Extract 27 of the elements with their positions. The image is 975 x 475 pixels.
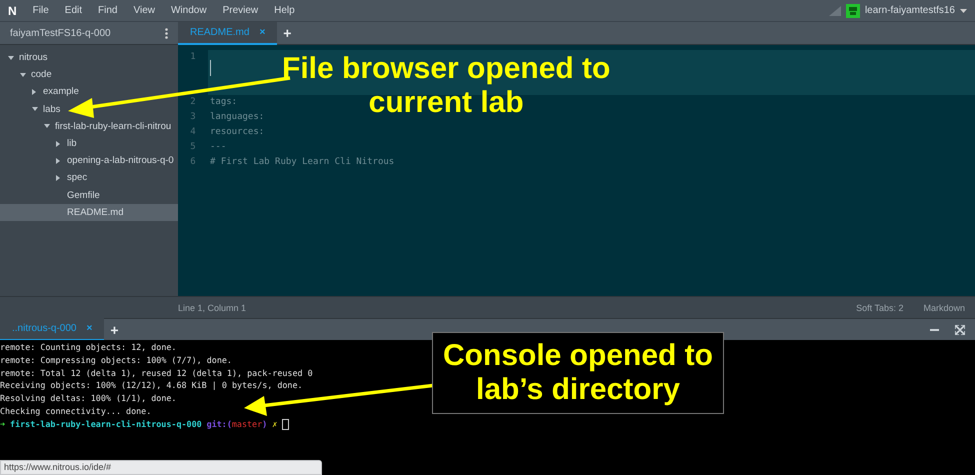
callout-text: File browser opened to current lab xyxy=(282,52,610,120)
cursor-position: Line 1, Column 1 xyxy=(178,302,246,312)
git-status: git:(master) xyxy=(206,418,268,431)
line-number: 4 xyxy=(189,126,197,137)
code-line: tags: xyxy=(210,97,238,109)
directory-name: first-lab-ruby-learn-cli-nitrous-q-000 xyxy=(10,418,202,431)
line-number: 5 xyxy=(189,141,197,152)
dirty-mark: ✗ xyxy=(272,418,278,431)
terminal-line: Receiving objects: 100% (12/12), 4.68 KiB | 0 bytes/s, done. xyxy=(0,380,303,392)
terminal-line: remote: Compressing objects: 100% (7/7), done. xyxy=(0,354,232,367)
line-number: 1 xyxy=(189,51,197,62)
link-preview: https://www.nitrous.io/ide/# xyxy=(0,460,322,475)
terminal-line: Resolving deltas: 100% (1/1), done. xyxy=(0,393,176,406)
code-line: --- xyxy=(210,142,226,154)
terminal-line: remote: Total 12 (delta 1), reused 12 (delta 1), pack-reused 0 xyxy=(0,368,313,380)
project-title: faiyamTestFS16-q-000 xyxy=(10,28,111,38)
terminal-line: Checking connectivity... done. xyxy=(0,406,152,418)
code-line: # First Lab Ruby Learn Cli Nitrous xyxy=(210,157,394,169)
line-number: 2 xyxy=(189,96,197,107)
app-logo: N xyxy=(8,4,17,18)
callout-text: Console opened to lab’s directory xyxy=(432,332,724,414)
terminal-line: remote: Counting objects: 12, done. xyxy=(0,342,176,354)
code-line: languages: xyxy=(210,112,264,124)
prompt-arrow: ➜ xyxy=(0,418,6,431)
line-number: 6 xyxy=(189,156,197,167)
code-line: resources: xyxy=(210,127,264,139)
line-number: 3 xyxy=(189,111,197,122)
